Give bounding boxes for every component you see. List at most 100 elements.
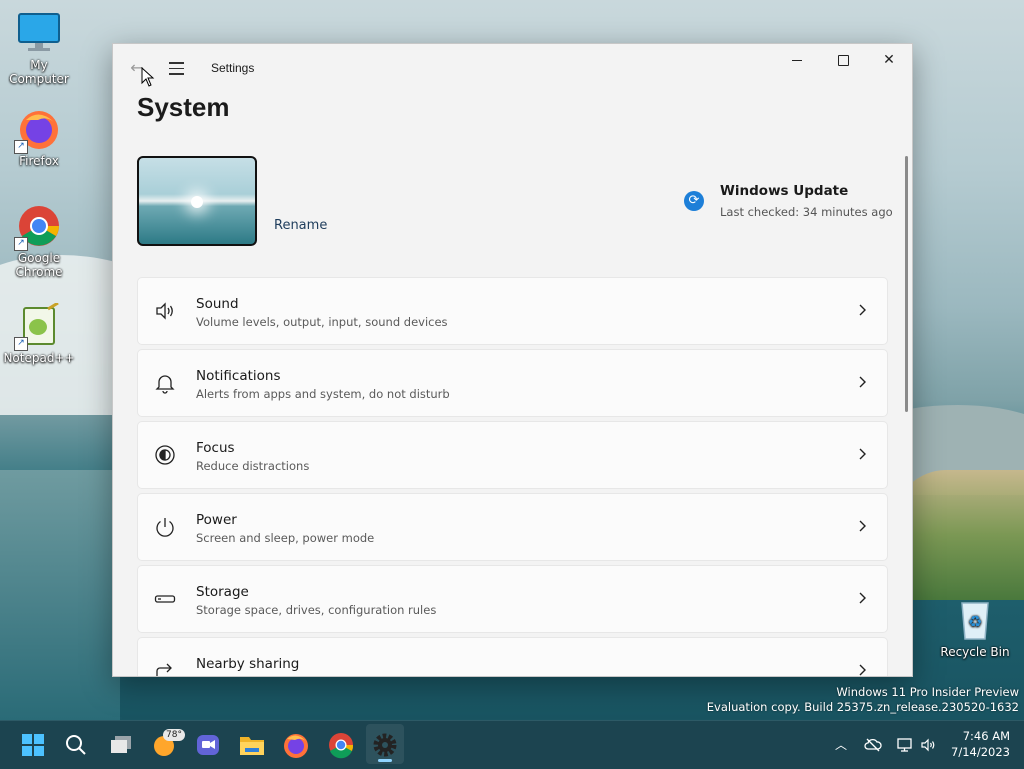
watermark-line-2: Evaluation copy. Build 25375.zn_release.…: [706, 700, 1019, 714]
bell-icon: [154, 372, 176, 394]
power-icon: [154, 516, 176, 538]
rename-link[interactable]: Rename: [274, 218, 327, 233]
chevron-right-icon: [856, 300, 870, 320]
chevron-up-icon: ︿: [834, 738, 847, 752]
firefox-icon: ↗: [14, 106, 62, 154]
firefox-taskbar-button[interactable]: [280, 729, 312, 761]
chevron-right-icon: [856, 516, 870, 536]
wallpaper-grass-right: [894, 470, 1024, 600]
device-wallpaper-thumbnail: [137, 156, 257, 246]
settings-window: ← Settings ✕ System Rename ⟳ Windows Upd…: [112, 43, 913, 677]
desktop-icon-label: My Computer: [9, 58, 69, 86]
maximize-icon: [837, 54, 849, 66]
windows-update-status: Last checked: 34 minutes ago: [720, 205, 893, 219]
windows-update-title[interactable]: Windows Update: [720, 183, 848, 199]
settings-item-title: Notifications: [196, 368, 281, 384]
recycle-bin-icon: ♻: [952, 597, 998, 643]
settings-item-title: Sound: [196, 296, 239, 312]
maximize-button[interactable]: [820, 44, 866, 76]
chrome-taskbar-button[interactable]: [325, 729, 357, 761]
page-title: System: [137, 92, 230, 122]
active-app-indicator: [378, 759, 392, 762]
shortcut-arrow-icon: ↗: [14, 237, 28, 251]
settings-item-notifications[interactable]: Notifications Alerts from apps and syste…: [137, 349, 888, 417]
hamburger-icon: [169, 62, 184, 64]
close-button[interactable]: ✕: [866, 44, 912, 76]
settings-item-subtitle: Reduce distractions: [196, 459, 310, 473]
task-view-button[interactable]: [105, 729, 137, 761]
mouse-cursor-icon: [141, 67, 155, 87]
chevron-right-icon: [856, 660, 870, 676]
desktop-icon-label: Google Chrome: [15, 251, 63, 279]
chat-icon: [197, 735, 219, 755]
storage-icon: [154, 588, 176, 610]
vertical-scrollbar[interactable]: [905, 156, 908, 412]
title-bar[interactable]: ← Settings ✕: [113, 44, 912, 92]
evaluation-watermark: Windows 11 Pro Insider Preview Evaluatio…: [707, 685, 1019, 715]
settings-item-title: Focus: [196, 440, 235, 456]
clock-date: 7/14/2023: [951, 745, 1010, 759]
settings-item-nearby-sharing[interactable]: Nearby sharing: [137, 637, 888, 676]
minimize-icon: [792, 59, 802, 61]
weather-temperature-badge: 78°: [163, 729, 185, 741]
desktop-icon-recycle-bin[interactable]: ♻ Recycle Bin: [936, 597, 1014, 659]
shortcut-arrow-icon: ↗: [14, 140, 28, 154]
settings-item-storage[interactable]: Storage Storage space, drives, configura…: [137, 565, 888, 633]
chat-button[interactable]: [192, 729, 224, 761]
chrome-icon: ↗: [14, 203, 62, 251]
settings-item-subtitle: Volume levels, output, input, sound devi…: [196, 315, 448, 329]
settings-item-focus[interactable]: Focus Reduce distractions: [137, 421, 888, 489]
desktop-icon-label: Notepad++: [3, 351, 75, 365]
file-explorer-button[interactable]: [236, 729, 268, 761]
wallpaper-water-left: [0, 470, 120, 720]
network-tray-button[interactable]: [896, 737, 912, 753]
settings-item-title: Storage: [196, 584, 249, 600]
search-icon: [66, 735, 86, 755]
settings-item-sound[interactable]: Sound Volume levels, output, input, soun…: [137, 277, 888, 345]
search-button[interactable]: [60, 729, 92, 761]
shortcut-arrow-icon: ↗: [14, 337, 28, 351]
navigation-menu-button[interactable]: [167, 58, 187, 78]
settings-item-power[interactable]: Power Screen and sleep, power mode: [137, 493, 888, 561]
settings-item-subtitle: Storage space, drives, configuration rul…: [196, 603, 437, 617]
desktop-icon-notepad-plus-plus[interactable]: ↗ Notepad++: [0, 301, 78, 365]
chevron-right-icon: [856, 444, 870, 464]
notepad-plus-plus-icon: ↗: [14, 301, 62, 351]
share-icon: [154, 660, 176, 676]
settings-item-subtitle: Screen and sleep, power mode: [196, 531, 375, 545]
monitor-icon: [16, 10, 62, 56]
focus-icon: [154, 444, 176, 466]
speaker-icon: [154, 300, 176, 322]
network-icon: [897, 738, 912, 752]
watermark-line-1: Windows 11 Pro Insider Preview: [836, 685, 1019, 699]
cloud-offline-icon: [864, 738, 882, 752]
sync-icon: ⟳: [684, 191, 704, 211]
clock[interactable]: 7:46 AM 7/14/2023: [940, 728, 1010, 760]
task-view-icon: [111, 736, 131, 753]
svg-text:♻: ♻: [968, 612, 982, 631]
desktop-icon-label: Recycle Bin: [940, 645, 1010, 659]
volume-icon: [921, 738, 935, 752]
chevron-right-icon: [856, 372, 870, 392]
settings-item-subtitle: Alerts from apps and system, do not dist…: [196, 387, 450, 401]
close-icon: ✕: [883, 52, 895, 68]
desktop-icon-google-chrome[interactable]: ↗ Google Chrome: [0, 203, 78, 279]
start-button[interactable]: [17, 729, 49, 761]
settings-item-title: Nearby sharing: [196, 656, 300, 672]
window-title: Settings: [211, 61, 255, 75]
chevron-right-icon: [856, 588, 870, 608]
firefox-icon: [284, 734, 308, 758]
active-app-highlight: [366, 724, 404, 764]
start-icon: [22, 734, 44, 756]
show-hidden-icons-button[interactable]: ︿: [833, 737, 849, 753]
file-explorer-icon: [240, 737, 264, 755]
clock-time: 7:46 AM: [962, 729, 1010, 743]
desktop-icon-firefox[interactable]: ↗ Firefox: [0, 106, 78, 168]
settings-item-title: Power: [196, 512, 237, 528]
desktop-icon-my-computer[interactable]: My Computer: [0, 10, 78, 86]
desktop-icon-label: Firefox: [19, 154, 59, 168]
chrome-icon: [329, 733, 354, 759]
volume-tray-button[interactable]: [920, 737, 936, 753]
minimize-button[interactable]: [774, 44, 820, 76]
onedrive-tray-button[interactable]: [864, 737, 882, 753]
